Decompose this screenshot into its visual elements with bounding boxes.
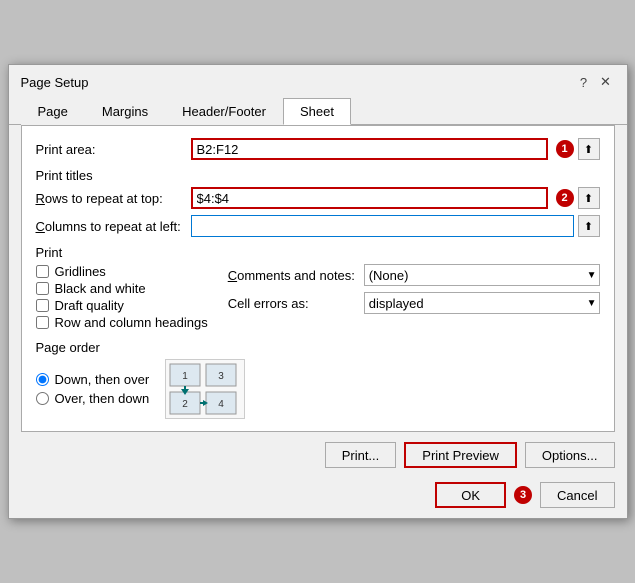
- rows-repeat-input-wrapper: 2 ⬆: [191, 187, 600, 209]
- row-col-headings-checkbox[interactable]: [36, 316, 49, 329]
- rows-repeat-select-button[interactable]: ⬆: [578, 187, 600, 209]
- row-col-headings-label: Row and column headings: [55, 315, 208, 330]
- print-area-badge: 1: [556, 140, 574, 158]
- page-order-label: Page order: [36, 340, 600, 355]
- draft-quality-row: Draft quality: [36, 298, 208, 313]
- svg-text:2: 2: [182, 399, 188, 410]
- down-then-over-radio[interactable]: [36, 373, 49, 386]
- tab-page[interactable]: Page: [21, 98, 85, 125]
- over-then-down-row: Over, then down: [36, 391, 150, 406]
- ok-wrapper: OK 3: [435, 482, 532, 508]
- cols-repeat-row: Columns to repeat at left: ⬆: [36, 215, 600, 237]
- dialog-title: Page Setup: [21, 75, 89, 90]
- footer-actions: Print... Print Preview Options...: [9, 432, 627, 476]
- ok-button[interactable]: OK: [435, 482, 506, 508]
- print-section-label: Print: [36, 245, 600, 260]
- rows-repeat-input[interactable]: [191, 187, 548, 209]
- print-preview-button[interactable]: Print Preview: [404, 442, 517, 468]
- sheet-content: Print area: 1 ⬆ Print titles Rows to rep…: [21, 125, 615, 432]
- close-button[interactable]: ✕: [597, 73, 615, 91]
- page-order-radios: Down, then over Over, then down: [36, 372, 150, 406]
- page-order-diagram: 1 3 2 4: [165, 359, 245, 419]
- bottom-bar: OK 3 Cancel: [9, 476, 627, 518]
- gridlines-row: Gridlines: [36, 264, 208, 279]
- print-area-input[interactable]: [191, 138, 548, 160]
- rows-repeat-label: Rows to repeat at top:: [36, 191, 191, 206]
- down-then-over-row: Down, then over: [36, 372, 150, 387]
- tab-sheet[interactable]: Sheet: [283, 98, 351, 125]
- print-dropdowns: Comments and notes: (None) At end of she…: [228, 264, 600, 330]
- down-then-over-label: Down, then over: [55, 372, 150, 387]
- black-white-checkbox[interactable]: [36, 282, 49, 295]
- page-order-svg: 1 3 2 4: [168, 362, 242, 416]
- title-bar-controls: ? ✕: [575, 73, 615, 91]
- draft-quality-checkbox[interactable]: [36, 299, 49, 312]
- errors-dropdown[interactable]: displayed <blank> -- #N/A: [364, 292, 600, 314]
- comments-dropdown[interactable]: (None) At end of sheet As displayed on s…: [364, 264, 600, 286]
- svg-text:1: 1: [182, 371, 188, 382]
- gridlines-label: Gridlines: [55, 264, 106, 279]
- rows-repeat-badge: 2: [556, 189, 574, 207]
- tabs: Page Margins Header/Footer Sheet: [9, 97, 627, 125]
- svg-text:3: 3: [218, 371, 224, 382]
- page-setup-dialog: Page Setup ? ✕ Page Margins Header/Foote…: [8, 64, 628, 519]
- row-col-headings-row: Row and column headings: [36, 315, 208, 330]
- comments-row: Comments and notes: (None) At end of she…: [228, 264, 600, 286]
- cols-repeat-input-wrapper: ⬆: [191, 215, 600, 237]
- cols-repeat-input[interactable]: [191, 215, 574, 237]
- help-button[interactable]: ?: [575, 73, 593, 91]
- rows-repeat-row: Rows to repeat at top: 2 ⬆: [36, 187, 600, 209]
- over-then-down-radio[interactable]: [36, 392, 49, 405]
- over-then-down-label: Over, then down: [55, 391, 150, 406]
- title-bar: Page Setup ? ✕: [9, 65, 627, 95]
- page-order-content: Down, then over Over, then down: [36, 359, 600, 419]
- print-options: Gridlines Black and white Draft quality …: [36, 264, 600, 330]
- svg-text:4: 4: [218, 399, 224, 410]
- options-button[interactable]: Options...: [525, 442, 615, 468]
- cols-repeat-select-button[interactable]: ⬆: [578, 215, 600, 237]
- ok-badge: 3: [514, 486, 532, 504]
- gridlines-checkbox[interactable]: [36, 265, 49, 278]
- cancel-button[interactable]: Cancel: [540, 482, 614, 508]
- black-white-label: Black and white: [55, 281, 146, 296]
- cols-repeat-label: Columns to repeat at left:: [36, 219, 191, 234]
- page-order-section: Page order Down, then over Over, then do…: [36, 340, 600, 419]
- print-area-input-wrapper: 1 ⬆: [191, 138, 600, 160]
- print-titles-section-label: Print titles: [36, 168, 600, 183]
- comments-label: Comments and notes:: [228, 268, 358, 283]
- print-area-label: Print area:: [36, 142, 191, 157]
- print-area-select-button[interactable]: ⬆: [578, 138, 600, 160]
- black-white-row: Black and white: [36, 281, 208, 296]
- print-button[interactable]: Print...: [325, 442, 397, 468]
- errors-label: Cell errors as:: [228, 296, 358, 311]
- tab-margins[interactable]: Margins: [85, 98, 165, 125]
- errors-row: Cell errors as: displayed <blank> -- #N/…: [228, 292, 600, 314]
- draft-quality-label: Draft quality: [55, 298, 124, 313]
- tab-header-footer[interactable]: Header/Footer: [165, 98, 283, 125]
- print-area-row: Print area: 1 ⬆: [36, 138, 600, 160]
- print-checkboxes: Gridlines Black and white Draft quality …: [36, 264, 208, 330]
- comments-dropdown-wrapper: (None) At end of sheet As displayed on s…: [364, 264, 600, 286]
- errors-dropdown-wrapper: displayed <blank> -- #N/A ▼: [364, 292, 600, 314]
